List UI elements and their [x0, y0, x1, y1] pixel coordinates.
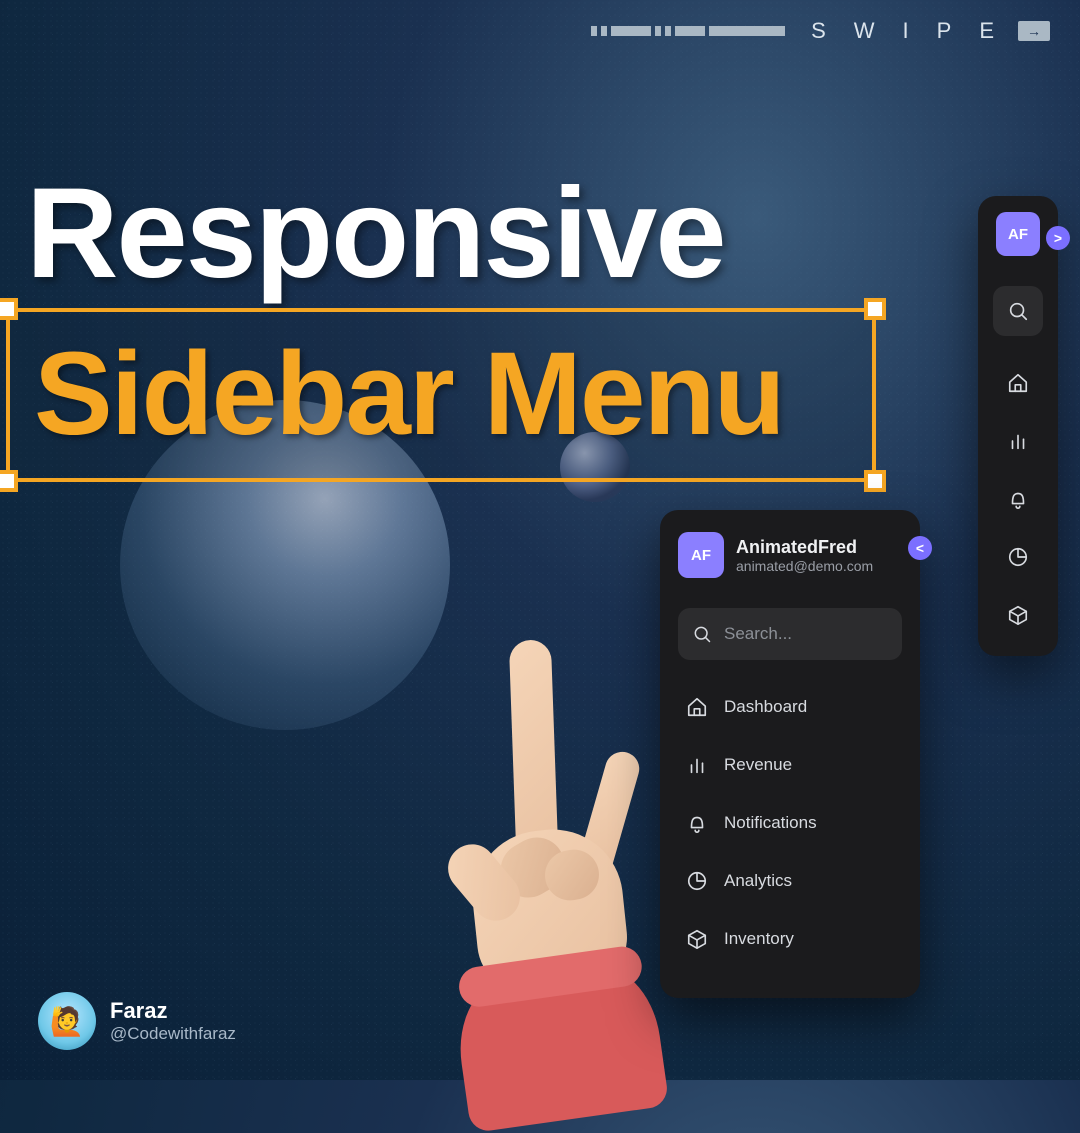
sidebar-item-notifications[interactable] [1007, 488, 1029, 510]
headline-line2: Sidebar Menu [10, 312, 872, 476]
swipe-progress-segments [591, 26, 785, 36]
search-icon [1007, 300, 1029, 322]
sidebar-header: AF AnimatedFred animated@demo.com [678, 532, 902, 578]
selection-handle [864, 298, 886, 320]
sidebar-item-revenue[interactable] [1007, 430, 1029, 452]
user-avatar[interactable]: AF [678, 532, 724, 578]
bars-icon [686, 754, 708, 776]
sidebar-collapsed: > AF [978, 196, 1058, 656]
sidebar-item-label: Analytics [724, 871, 792, 891]
swipe-arrow-icon [1018, 21, 1050, 41]
headline-selection-box: Sidebar Menu [6, 308, 876, 482]
sidebar-item-label: Inventory [724, 929, 794, 949]
search-icon [692, 624, 712, 644]
author-block: 🙋 Faraz @Codewithfaraz [38, 992, 236, 1050]
sidebar-item-inventory[interactable]: Inventory [678, 910, 902, 968]
headline-line1: Responsive [26, 160, 725, 307]
author-avatar: 🙋 [38, 992, 96, 1050]
search-button[interactable] [993, 286, 1043, 336]
sidebar-item-dashboard[interactable] [1007, 372, 1029, 394]
search-input[interactable] [724, 624, 888, 644]
selection-handle [0, 470, 18, 492]
sidebar-item-inventory[interactable] [1007, 604, 1029, 626]
hand-illustration [400, 640, 680, 1080]
sidebar-menu: Dashboard Revenue Notifications Analytic… [678, 678, 902, 968]
bars-icon [1007, 430, 1029, 452]
sidebar-item-analytics[interactable]: Analytics [678, 852, 902, 910]
user-name: AnimatedFred [736, 537, 873, 558]
sidebar-item-analytics[interactable] [1007, 546, 1029, 568]
sidebar-item-label: Revenue [724, 755, 792, 775]
swipe-label: SWIPE [811, 18, 1022, 44]
swipe-indicator: SWIPE [591, 18, 1050, 44]
home-icon [686, 696, 708, 718]
sidebar-item-label: Notifications [724, 813, 817, 833]
pie-icon [686, 870, 708, 892]
sidebar-item-notifications[interactable]: Notifications [678, 794, 902, 852]
bell-icon [1007, 488, 1029, 510]
user-email: animated@demo.com [736, 558, 873, 574]
box-icon [1007, 604, 1029, 626]
box-icon [686, 928, 708, 950]
selection-handle [864, 470, 886, 492]
sidebar-item-label: Dashboard [724, 697, 807, 717]
sidebar-collapse-toggle[interactable]: < [908, 536, 932, 560]
search-field[interactable] [678, 608, 902, 660]
author-name: Faraz [110, 998, 236, 1024]
selection-handle [0, 298, 18, 320]
sidebar-item-dashboard[interactable]: Dashboard [678, 678, 902, 736]
sidebar-expand-toggle[interactable]: > [1046, 226, 1070, 250]
sidebar-item-revenue[interactable]: Revenue [678, 736, 902, 794]
home-icon [1007, 372, 1029, 394]
sidebar-expanded: < AF AnimatedFred animated@demo.com Dash… [660, 510, 920, 998]
pie-icon [1007, 546, 1029, 568]
bell-icon [686, 812, 708, 834]
author-handle: @Codewithfaraz [110, 1024, 236, 1044]
user-avatar[interactable]: AF [996, 212, 1040, 256]
